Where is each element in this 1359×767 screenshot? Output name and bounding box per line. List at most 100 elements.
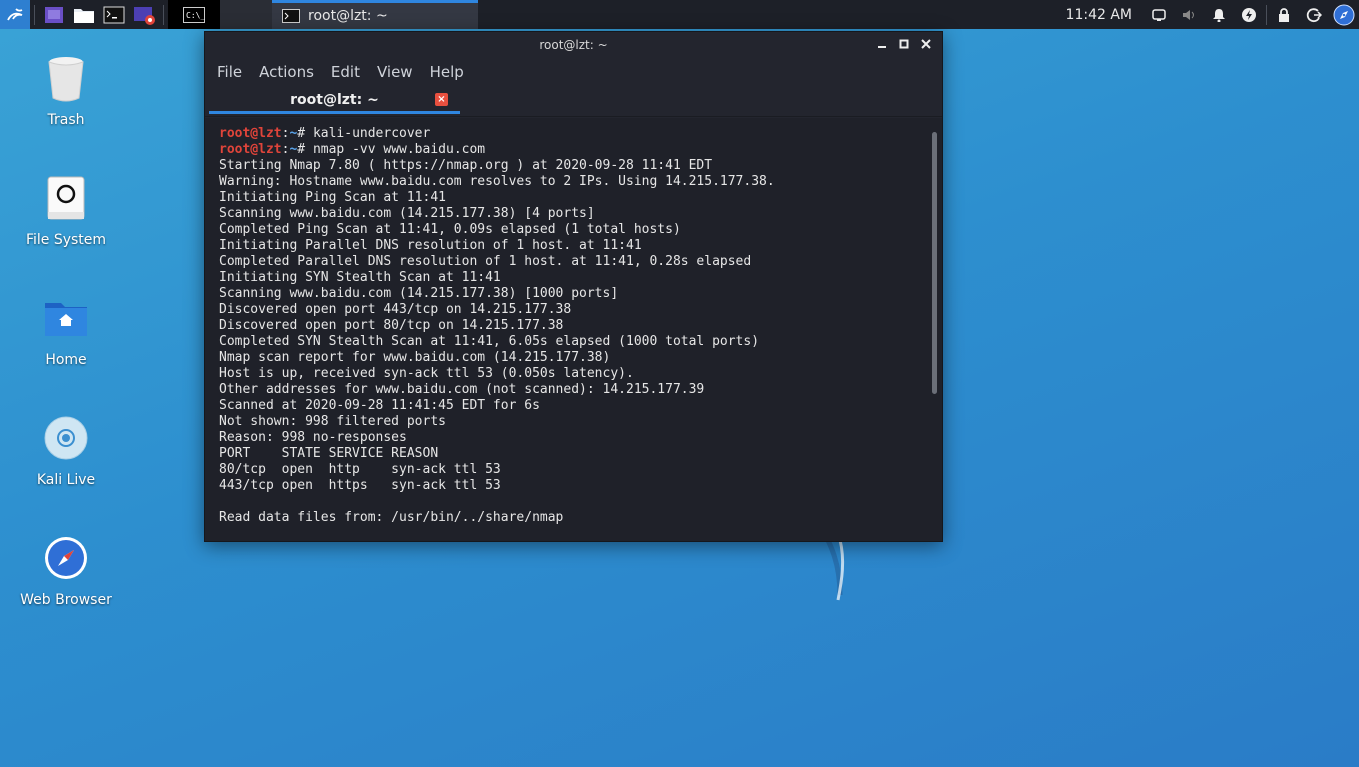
terminal-window: root@lzt: ~ File Actions Edit View Help … (204, 31, 943, 542)
close-button[interactable] (918, 36, 934, 52)
prompt-user: root@lzt (219, 126, 282, 141)
menu-bar: File Actions Edit View Help (205, 58, 942, 86)
clock[interactable]: 11:42 AM (1066, 7, 1132, 23)
prompt-line: root@lzt:~# nmap -vv www.baidu.com (219, 142, 928, 158)
window-title: root@lzt: ~ (539, 38, 608, 52)
home-folder-icon (45, 303, 87, 336)
output-line: Discovered open port 80/tcp on 14.215.17… (219, 318, 564, 333)
output-line: Completed Parallel DNS resolution of 1 h… (219, 254, 752, 269)
screen-recorder-launcher[interactable] (129, 0, 159, 29)
close-icon (921, 39, 931, 49)
logout-icon (1306, 7, 1322, 22)
terminal-icon (282, 9, 300, 23)
menu-help[interactable]: Help (430, 63, 464, 81)
prompt-hash: # (297, 126, 313, 141)
top-panel: C:\_ root@lzt: ~ 11:42 AM (0, 0, 1359, 29)
output-line: Initiating Ping Scan at 11:41 (219, 190, 446, 205)
workspace-1[interactable]: C:\_ (168, 0, 220, 29)
kali-dragon-icon (7, 7, 23, 20)
compass-icon (45, 537, 87, 579)
tab-close-icon[interactable]: × (435, 93, 448, 106)
menu-actions[interactable]: Actions (259, 63, 314, 81)
display-button[interactable] (1144, 0, 1174, 29)
bell-icon (1213, 8, 1225, 22)
tab-bar: root@lzt: ~ × (205, 86, 942, 117)
panel-separator (1266, 4, 1267, 25)
volume-muted-icon (1183, 9, 1194, 20)
tab-label: root@lzt: ~ (290, 91, 379, 108)
taskbar-item-label: root@lzt: ~ (308, 8, 388, 24)
screen-recorder-icon (134, 6, 155, 25)
maximize-icon (899, 39, 909, 49)
prompt-hash: # (297, 142, 313, 157)
desktop-icon-label: File System (25, 232, 107, 248)
output-line: Initiating SYN Stealth Scan at 11:41 (219, 270, 501, 285)
optical-disc-icon (44, 416, 88, 460)
menu-edit[interactable]: Edit (331, 63, 360, 81)
output-line: Other addresses for www.baidu.com (not s… (219, 382, 705, 397)
output-line: 80/tcp open http syn-ack ttl 53 (219, 462, 501, 477)
user-menu-button[interactable] (1329, 0, 1359, 29)
desktop-icon-file-system[interactable]: File System (11, 168, 121, 248)
output-line: Initiating Parallel DNS resolution of 1 … (219, 238, 642, 253)
desktop-icon-label: Web Browser (20, 592, 112, 608)
file-manager-launcher[interactable] (69, 0, 99, 29)
output-line: Discovered open port 443/tcp on 14.215.1… (219, 302, 572, 317)
output-line: Warning: Hostname www.baidu.com resolves… (219, 174, 775, 189)
lock-icon (1279, 7, 1289, 22)
menu-file[interactable]: File (217, 63, 242, 81)
prompt-line: root@lzt:~# kali-undercover (219, 126, 928, 142)
panel-separator (34, 4, 35, 25)
output-line: 443/tcp open https syn-ack ttl 53 (219, 478, 501, 493)
file-manager-icon (74, 8, 94, 23)
drive-icon (47, 176, 85, 220)
svg-text:C:\_: C:\_ (186, 11, 205, 20)
desktop-icon-label: Home (45, 352, 87, 368)
volume-button[interactable] (1174, 0, 1204, 29)
minimize-button[interactable] (874, 36, 890, 52)
maximize-button[interactable] (896, 36, 912, 52)
taskbar-item-terminal[interactable]: root@lzt: ~ (272, 0, 478, 29)
desktop-icon-web-browser[interactable]: Web Browser (11, 528, 121, 608)
desktop-icon-trash[interactable]: Trash (11, 48, 121, 128)
kali-menu-button[interactable] (0, 0, 30, 29)
terminal-output[interactable]: root@lzt:~# kali-undercover root@lzt:~# n… (205, 118, 928, 541)
panel-separator (163, 4, 164, 25)
system-tray: 11:42 AM (1066, 0, 1359, 29)
output-line: Reason: 998 no-responses (219, 430, 407, 445)
window-controls (874, 36, 934, 52)
window-titlebar[interactable]: root@lzt: ~ (205, 32, 942, 58)
screen-tool-icon (45, 6, 63, 23)
notifications-button[interactable] (1204, 0, 1234, 29)
command-text: nmap -vv www.baidu.com (312, 142, 486, 157)
power-manager-button[interactable] (1234, 0, 1264, 29)
output-line: Completed Ping Scan at 11:41, 0.09s elap… (219, 222, 681, 237)
logout-button[interactable] (1299, 0, 1329, 29)
output-line: Starting Nmap 7.80 ( https://nmap.org ) … (219, 158, 713, 173)
lock-screen-button[interactable] (1269, 0, 1299, 29)
terminal-launcher[interactable] (99, 0, 129, 29)
scrollbar-thumb[interactable] (932, 132, 937, 394)
screen-tool-launcher[interactable] (39, 0, 69, 29)
tab-terminal[interactable]: root@lzt: ~ × (209, 88, 460, 114)
output-line: Read data files from: /usr/bin/../share/… (219, 510, 564, 525)
output-line: Scanning www.baidu.com (14.215.177.38) [… (219, 206, 595, 221)
display-icon (1152, 8, 1166, 21)
terminal-window-thumbnail-icon: C:\_ (183, 6, 205, 23)
command-text: kali-undercover (312, 126, 431, 141)
output-line: Not shown: 998 filtered ports (219, 414, 446, 429)
scrollbar[interactable] (928, 118, 942, 541)
output-line: Scanned at 2020-09-28 11:41:45 EDT for 6… (219, 398, 540, 413)
desktop-icon-kali-live[interactable]: Kali Live (11, 408, 121, 488)
workspace-2[interactable] (220, 0, 272, 29)
terminal-icon (103, 6, 125, 23)
desktop-icon-home[interactable]: Home (11, 288, 121, 368)
prompt-user: root@lzt (219, 142, 282, 157)
menu-view[interactable]: View (377, 63, 413, 81)
output-line: Host is up, received syn-ack ttl 53 (0.0… (219, 366, 634, 381)
user-avatar-icon (1333, 4, 1355, 25)
output-line: PORT STATE SERVICE REASON (219, 446, 439, 461)
minimize-icon (878, 46, 886, 48)
output-line: Completed SYN Stealth Scan at 11:41, 6.0… (219, 334, 760, 349)
